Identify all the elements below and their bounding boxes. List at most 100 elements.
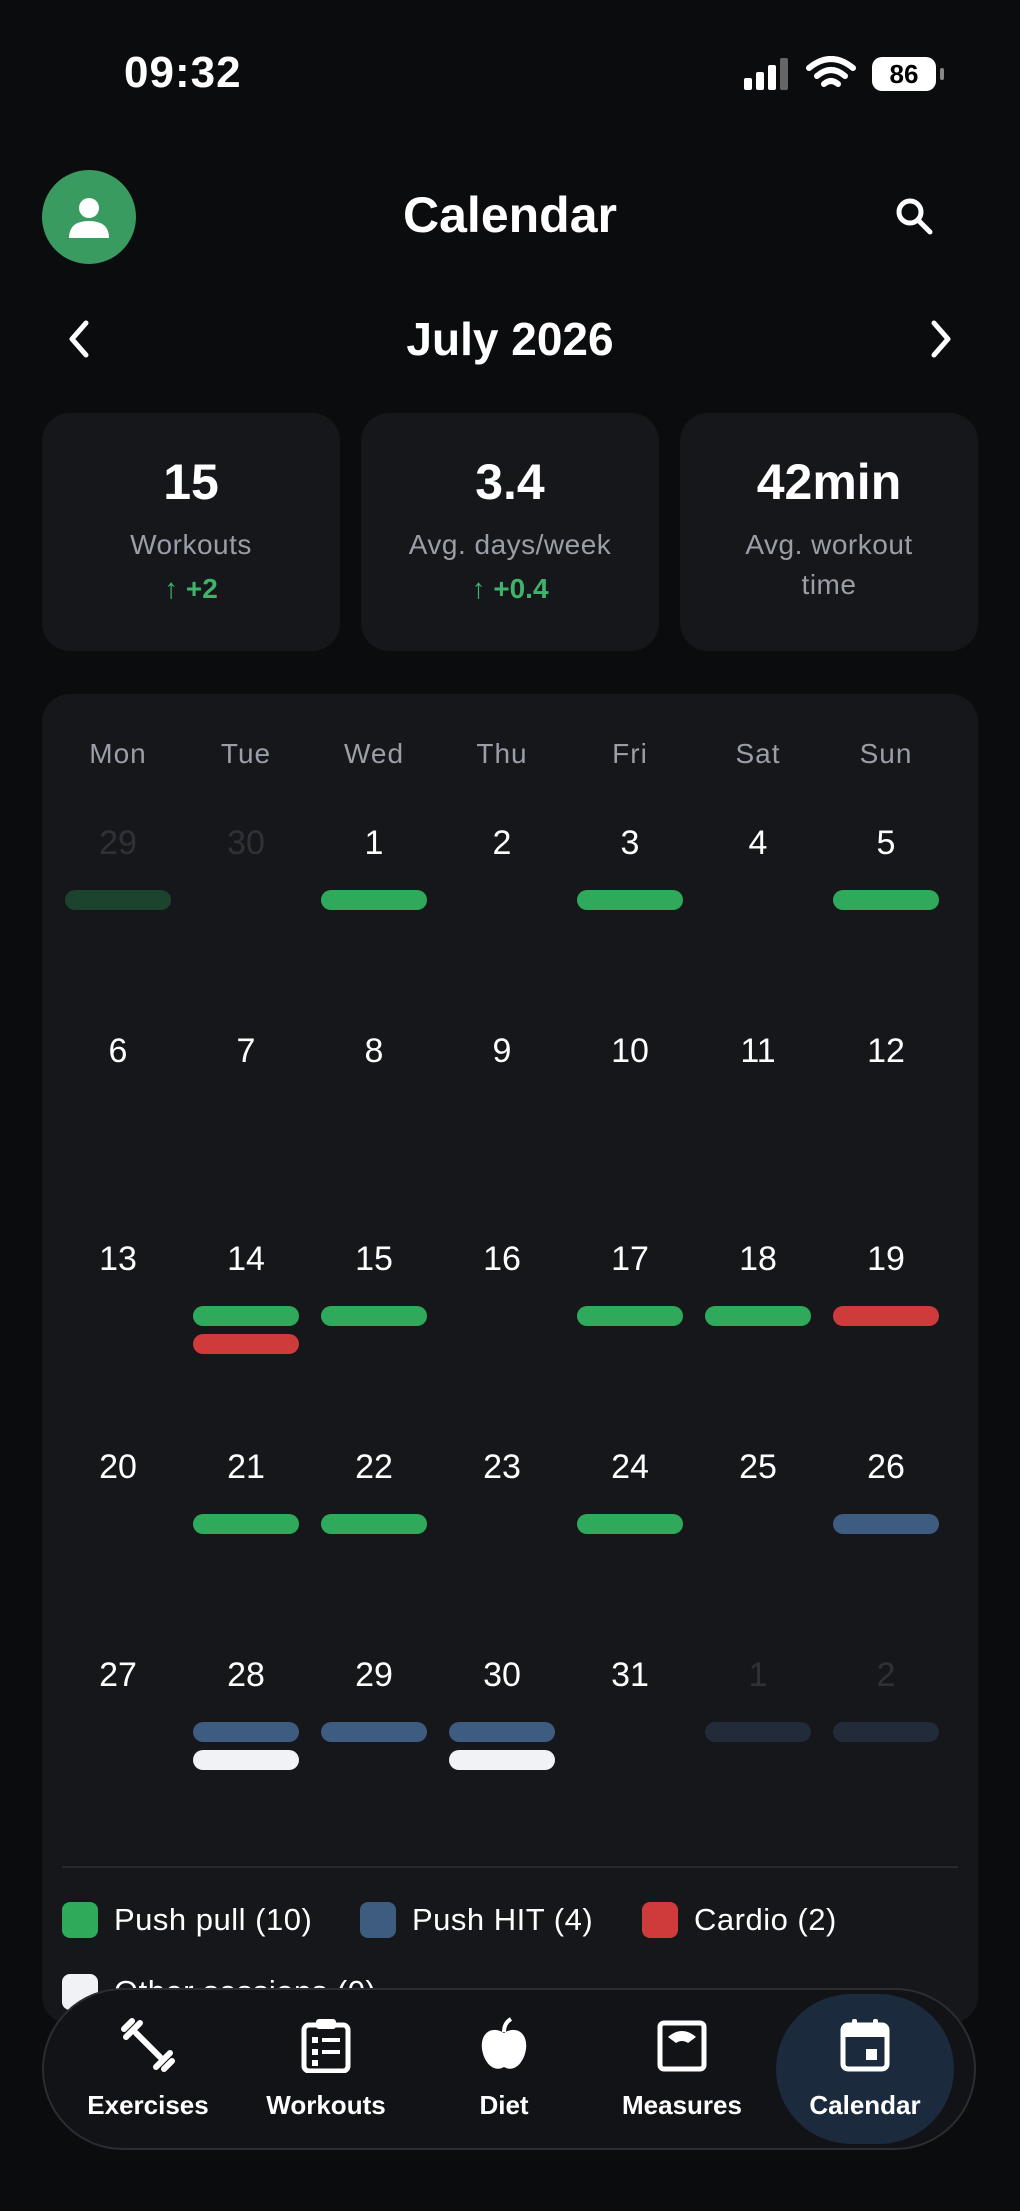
calendar-day-cell[interactable]: 7: [182, 1012, 310, 1202]
clipboard-list-icon: [300, 2017, 352, 2078]
calendar-day-cell[interactable]: 5: [822, 804, 950, 994]
calendar-day-cell[interactable]: 9: [438, 1012, 566, 1202]
workout-bar-push-pull: [193, 1306, 299, 1326]
tab-measures[interactable]: Measures: [592, 1990, 772, 2148]
calendar-day-cell[interactable]: 29: [54, 804, 182, 994]
tab-diet[interactable]: Diet: [414, 1990, 594, 2148]
legend-swatch: [360, 1902, 396, 1938]
day-number: 2: [876, 1656, 896, 1694]
tab-label: Calendar: [809, 2090, 921, 2120]
calendar-day-cell[interactable]: 2: [438, 804, 566, 994]
weekday-header: Fri: [612, 738, 648, 769]
weekday-header: Thu: [476, 738, 528, 769]
day-number: 30: [483, 1656, 521, 1694]
stat-label: Avg. days/week: [408, 529, 612, 560]
workout-bar-other: [193, 1750, 299, 1770]
wifi-icon: [806, 56, 856, 87]
status-icons: 86: [742, 56, 944, 92]
day-number: 26: [867, 1448, 905, 1486]
day-number: 23: [483, 1448, 521, 1486]
tab-exercises[interactable]: Exercises: [58, 1990, 238, 2148]
stat-label: Workouts: [130, 529, 252, 560]
workout-bar-cardio: [193, 1334, 299, 1354]
calendar-day-cell[interactable]: 26: [822, 1428, 950, 1618]
legend-label: Cardio (2): [694, 1902, 837, 1937]
calendar-day-cell[interactable]: 6: [54, 1012, 182, 1202]
legend-item-push-pull: Push pull (10): [62, 1902, 312, 1938]
weekday-header: Mon: [89, 738, 147, 769]
calendar-day-cell[interactable]: 16: [438, 1220, 566, 1410]
tab-label: Diet: [479, 2090, 529, 2120]
stat-value: 15: [163, 454, 219, 510]
day-number: 1: [748, 1656, 768, 1694]
workout-bar-push-hit: [705, 1722, 811, 1742]
calendar-day-cell[interactable]: 10: [566, 1012, 694, 1202]
search-button[interactable]: [888, 190, 940, 242]
tab-calendar[interactable]: Calendar: [776, 1994, 954, 2144]
calendar-day-cell[interactable]: 18: [694, 1220, 822, 1410]
workout-bar-push-pull: [321, 1306, 427, 1326]
day-number: 30: [227, 824, 265, 862]
calendar-day-cell[interactable]: 28: [182, 1636, 310, 1826]
weekday-header: Tue: [220, 738, 272, 769]
calendar-day-cell[interactable]: 22: [310, 1428, 438, 1618]
tab-label: Workouts: [266, 2090, 386, 2120]
calendar-day-cell[interactable]: 25: [694, 1428, 822, 1618]
calendar-grid: Mon Tue Wed Thu Fri Sat Sun 29 30 1 2 3 4 5 6 7 8 9 10 11 12…: [42, 694, 978, 2024]
calendar-day-cell[interactable]: 13: [54, 1220, 182, 1410]
calendar-day-cell[interactable]: 17: [566, 1220, 694, 1410]
scale-icon: [656, 2017, 708, 2078]
workout-bar-push-pull: [577, 890, 683, 910]
calendar-day-cell[interactable]: 1: [694, 1636, 822, 1826]
calendar-icon: [839, 2017, 891, 2078]
calendar-day-cell[interactable]: 30: [438, 1636, 566, 1826]
day-number: 13: [99, 1240, 137, 1278]
day-number: 2: [492, 824, 512, 862]
calendar-day-cell[interactable]: 8: [310, 1012, 438, 1202]
calendar-day-cell[interactable]: 1: [310, 804, 438, 994]
weekday-header: Sat: [735, 738, 781, 769]
calendar-day-cell[interactable]: 24: [566, 1428, 694, 1618]
status-time: 09:32: [124, 48, 242, 97]
calendar-day-cell[interactable]: 3: [566, 804, 694, 994]
calendar-day-cell[interactable]: 4: [694, 804, 822, 994]
calendar-day-cell[interactable]: 27: [54, 1636, 182, 1826]
calendar-day-cell[interactable]: 12: [822, 1012, 950, 1202]
calendar-day-cell[interactable]: 15: [310, 1220, 438, 1410]
workout-bar-push-pull: [577, 1306, 683, 1326]
calendar-day-cell[interactable]: 14: [182, 1220, 310, 1410]
stat-value: 42min: [756, 454, 902, 510]
legend-item-push-hit: Push HIT (4): [360, 1902, 593, 1938]
day-number: 25: [739, 1448, 777, 1486]
workout-bar-push-pull: [65, 890, 171, 910]
day-number: 28: [227, 1656, 265, 1694]
calendar-day-cell[interactable]: 31: [566, 1636, 694, 1826]
day-number: 24: [611, 1448, 649, 1486]
calendar-day-cell[interactable]: 30: [182, 804, 310, 994]
day-number: 9: [492, 1032, 512, 1070]
legend-swatch: [642, 1902, 678, 1938]
calendar-day-cell[interactable]: 21: [182, 1428, 310, 1618]
day-number: 18: [739, 1240, 777, 1278]
stat-card-avg-days: 3.4 Avg. days/week ↑ +0.4: [361, 413, 659, 651]
day-number: 11: [740, 1032, 776, 1070]
legend-divider: [62, 1866, 958, 1868]
next-month-button[interactable]: [918, 316, 964, 362]
workout-bar-push-pull: [577, 1514, 683, 1534]
calendar-day-cell[interactable]: 23: [438, 1428, 566, 1618]
calendar-day-cell[interactable]: 20: [54, 1428, 182, 1618]
workout-bar-cardio: [833, 1306, 939, 1326]
apple-icon: [478, 2017, 530, 2078]
chevron-right-icon: [931, 320, 951, 358]
tab-label: Measures: [622, 2090, 742, 2120]
legend-item-cardio: Cardio (2): [642, 1902, 837, 1938]
day-number: 29: [355, 1656, 393, 1694]
calendar-day-cell[interactable]: 29: [310, 1636, 438, 1826]
workout-bar-push-pull: [705, 1306, 811, 1326]
workout-bar-push-hit: [833, 1514, 939, 1534]
page-title: Calendar: [403, 187, 617, 243]
tab-workouts[interactable]: Workouts: [236, 1990, 416, 2148]
calendar-day-cell[interactable]: 2: [822, 1636, 950, 1826]
calendar-day-cell[interactable]: 19: [822, 1220, 950, 1410]
calendar-day-cell[interactable]: 11: [694, 1012, 822, 1202]
